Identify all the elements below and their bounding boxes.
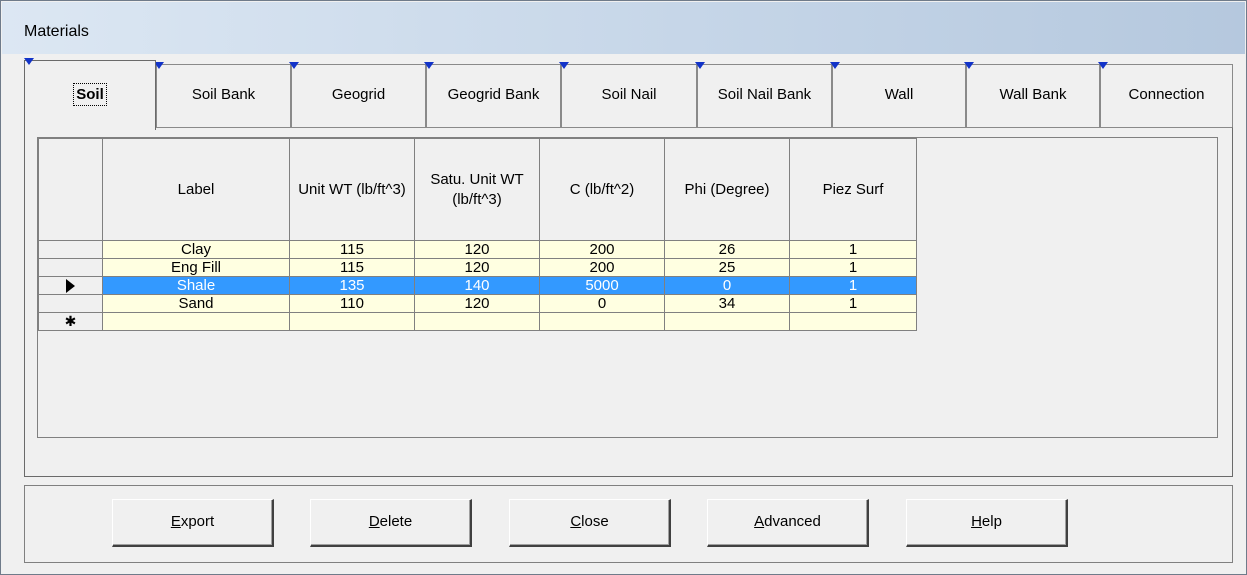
- button-label: elp: [981, 513, 1002, 530]
- cell-unit-wt[interactable]: [289, 312, 415, 331]
- table-row[interactable]: Eng Fill 115 120 200 25 1: [38, 258, 917, 277]
- mnemonic: E: [170, 513, 181, 530]
- tab-geogrid-bank[interactable]: Geogrid Bank: [424, 62, 561, 128]
- cell-c[interactable]: 200: [539, 258, 665, 277]
- button-label: xport: [180, 513, 215, 530]
- row-header[interactable]: [38, 258, 103, 277]
- tab-soil-bank[interactable]: Soil Bank: [154, 62, 291, 128]
- tab-label: Geogrid: [331, 86, 386, 103]
- cell-label[interactable]: Sand: [102, 294, 290, 313]
- tab-label: Wall: [884, 86, 914, 103]
- table-row-selected[interactable]: Shale 135 140 5000 0 1: [38, 276, 917, 295]
- window-title: Materials: [24, 23, 89, 40]
- row-header-current[interactable]: [38, 276, 103, 295]
- cell-phi[interactable]: [664, 312, 790, 331]
- help-button[interactable]: Help: [906, 499, 1068, 547]
- cell-unit-wt[interactable]: 115: [289, 240, 415, 259]
- tab-geogrid[interactable]: Geogrid: [289, 62, 426, 128]
- tab-wall-bank[interactable]: Wall Bank: [964, 62, 1100, 128]
- cell-piez-surf[interactable]: 1: [789, 258, 917, 277]
- mnemonic: D: [368, 513, 380, 530]
- mnemonic: C: [570, 513, 582, 530]
- tab-soil-nail-bank[interactable]: Soil Nail Bank: [695, 62, 832, 128]
- cell-piez-surf[interactable]: 1: [789, 294, 917, 313]
- tab-soil[interactable]: Soil: [24, 58, 156, 130]
- tab-label: Wall Bank: [999, 86, 1067, 103]
- cell-unit-wt[interactable]: 135: [289, 276, 415, 295]
- corner-header[interactable]: [38, 138, 103, 241]
- current-row-arrow-icon: [66, 279, 75, 294]
- button-label: lose: [581, 513, 609, 530]
- tab-label: Connection: [1128, 86, 1205, 103]
- tab-label: Soil: [73, 83, 107, 106]
- cell-piez-surf[interactable]: 1: [789, 276, 917, 295]
- export-button[interactable]: Export: [112, 499, 274, 547]
- cell-satu-unit-wt[interactable]: 120: [414, 294, 540, 313]
- cell-satu-unit-wt[interactable]: 120: [414, 258, 540, 277]
- materials-grid[interactable]: Label Unit WT (lb/ft^3) Satu. Unit WT (l…: [37, 137, 1218, 438]
- title-bar[interactable]: Materials: [2, 2, 1245, 54]
- row-header[interactable]: [38, 240, 103, 259]
- cell-label[interactable]: Clay: [102, 240, 290, 259]
- cell-unit-wt[interactable]: 115: [289, 258, 415, 277]
- column-header-phi[interactable]: Phi (Degree): [664, 138, 790, 241]
- delete-button[interactable]: Delete: [310, 499, 472, 547]
- tab-wall[interactable]: Wall: [830, 62, 966, 128]
- column-header-piez-surf[interactable]: Piez Surf: [789, 138, 917, 241]
- cell-satu-unit-wt[interactable]: 140: [414, 276, 540, 295]
- tab-label: Geogrid Bank: [447, 86, 540, 103]
- button-label: elete: [379, 513, 413, 530]
- cell-phi[interactable]: 34: [664, 294, 790, 313]
- tab-label: Soil Nail: [601, 86, 657, 103]
- cell-c[interactable]: [539, 312, 665, 331]
- tab-label: Soil Nail Bank: [717, 86, 812, 103]
- cell-label[interactable]: Shale: [102, 276, 290, 295]
- close-button[interactable]: Close: [509, 499, 671, 547]
- mnemonic: A: [754, 513, 765, 530]
- cell-phi[interactable]: 26: [664, 240, 790, 259]
- cell-c[interactable]: 0: [539, 294, 665, 313]
- cell-phi[interactable]: 25: [664, 258, 790, 277]
- tab-label: Soil Bank: [191, 86, 256, 103]
- cell-piez-surf[interactable]: 1: [789, 240, 917, 259]
- table-row-new[interactable]: ✱: [38, 312, 917, 331]
- cell-label[interactable]: [102, 312, 290, 331]
- cell-unit-wt[interactable]: 110: [289, 294, 415, 313]
- header-row: Label Unit WT (lb/ft^3) Satu. Unit WT (l…: [38, 138, 917, 241]
- materials-window: Materials Soil Soil Bank Geogrid Geogrid…: [0, 0, 1247, 575]
- mnemonic: H: [971, 513, 982, 530]
- cell-label[interactable]: Eng Fill: [102, 258, 290, 277]
- cell-satu-unit-wt[interactable]: [414, 312, 540, 331]
- button-label: dvanced: [764, 513, 821, 530]
- column-header-c[interactable]: C (lb/ft^2): [539, 138, 665, 241]
- table-row[interactable]: Sand 110 120 0 34 1: [38, 294, 917, 313]
- cell-satu-unit-wt[interactable]: 120: [414, 240, 540, 259]
- column-header-satu-unit-wt[interactable]: Satu. Unit WT (lb/ft^3): [414, 138, 540, 241]
- soil-tab-page: Label Unit WT (lb/ft^3) Satu. Unit WT (l…: [24, 127, 1233, 477]
- row-header[interactable]: [38, 294, 103, 313]
- cell-piez-surf[interactable]: [789, 312, 917, 331]
- soil-table: Label Unit WT (lb/ft^3) Satu. Unit WT (l…: [38, 138, 917, 331]
- cell-c[interactable]: 200: [539, 240, 665, 259]
- tab-connection[interactable]: Connection: [1098, 62, 1233, 128]
- cell-phi[interactable]: 0: [664, 276, 790, 295]
- advanced-button[interactable]: Advanced: [707, 499, 869, 547]
- column-header-label[interactable]: Label: [102, 138, 290, 241]
- table-row[interactable]: Clay 115 120 200 26 1: [38, 240, 917, 259]
- column-header-unit-wt[interactable]: Unit WT (lb/ft^3): [289, 138, 415, 241]
- row-header-new[interactable]: ✱: [38, 312, 103, 331]
- tab-soil-nail[interactable]: Soil Nail: [559, 62, 697, 128]
- new-row-asterisk-icon: ✱: [64, 313, 77, 330]
- cell-c[interactable]: 5000: [539, 276, 665, 295]
